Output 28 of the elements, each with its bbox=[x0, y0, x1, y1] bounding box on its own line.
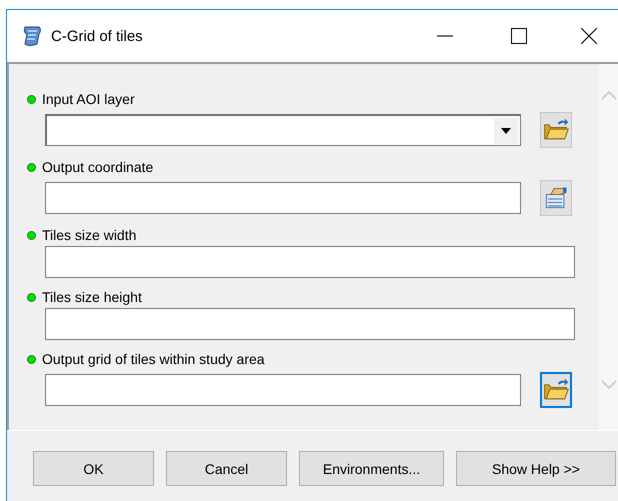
dropdown-arrow-icon bbox=[501, 128, 511, 134]
minimize-icon bbox=[437, 35, 453, 37]
dialog-button[interactable]: Environments... bbox=[299, 451, 444, 486]
required-dot bbox=[27, 162, 36, 172]
parameter-label: Output grid of tiles within study area bbox=[42, 351, 265, 367]
browse-button[interactable] bbox=[540, 372, 572, 408]
required-dot bbox=[27, 354, 36, 364]
browse-button[interactable] bbox=[540, 112, 572, 148]
dialog-button[interactable]: OK bbox=[33, 451, 154, 486]
input-field[interactable] bbox=[45, 374, 521, 406]
dropdown-field[interactable] bbox=[45, 114, 521, 146]
dialog-button[interactable]: Cancel bbox=[166, 451, 287, 486]
dialog-button[interactable]: Show Help >> bbox=[456, 451, 616, 486]
required-dot bbox=[27, 94, 36, 104]
parameter-label: Tiles size width bbox=[42, 227, 136, 243]
required-dot bbox=[27, 292, 36, 302]
parameter-label: Tiles size height bbox=[42, 289, 142, 305]
input-field[interactable] bbox=[45, 182, 521, 214]
input-field[interactable] bbox=[45, 308, 575, 340]
close-icon bbox=[581, 28, 597, 44]
maximize-icon bbox=[511, 28, 527, 44]
browse-button[interactable] bbox=[540, 180, 572, 216]
window-title: C-Grid of tiles bbox=[51, 28, 144, 44]
parameter-label: Output coordinate bbox=[42, 159, 154, 175]
scroll-icon bbox=[21, 24, 43, 48]
input-field[interactable] bbox=[45, 246, 575, 278]
required-dot bbox=[27, 230, 36, 240]
parameter-label: Input AOI layer bbox=[42, 91, 135, 107]
